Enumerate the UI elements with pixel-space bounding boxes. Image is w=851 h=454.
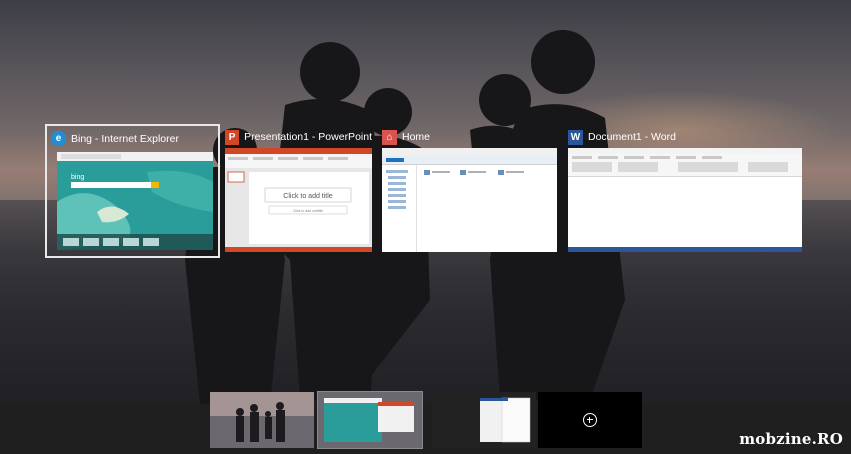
powerpoint-icon: P bbox=[225, 129, 240, 145]
bing-logo: bing bbox=[71, 174, 84, 181]
desktop-thumbnail-3[interactable] bbox=[432, 392, 536, 448]
word-icon: W bbox=[568, 129, 583, 145]
window-title: Presentation1 - PowerPoint bbox=[244, 131, 372, 143]
slide-subtitle-placeholder: Click to add subtitle bbox=[293, 209, 323, 213]
file-explorer-home-icon: ⌂ bbox=[382, 129, 397, 145]
window-title: Bing - Internet Explorer bbox=[71, 132, 179, 145]
site-watermark: mobzine.RO bbox=[739, 430, 843, 448]
window-title-bar: e Bing - Internet Explorer bbox=[47, 126, 218, 148]
window-word[interactable]: W Document1 - Word bbox=[568, 126, 802, 252]
window-title-bar: P Presentation1 - PowerPoint bbox=[225, 126, 372, 148]
window-title: Home bbox=[402, 131, 431, 143]
window-preview-word bbox=[568, 148, 802, 252]
internet-explorer-icon: e bbox=[51, 131, 66, 146]
virtual-desktops-bar bbox=[0, 391, 851, 454]
desktop-thumbnail-1[interactable] bbox=[210, 392, 314, 448]
window-preview-file-explorer bbox=[382, 148, 557, 252]
window-title-bar: W Document1 - Word bbox=[568, 126, 802, 148]
window-preview-internet-explorer: bing bbox=[57, 152, 213, 250]
window-title: Document1 - Word bbox=[588, 131, 676, 143]
plus-circle-icon bbox=[583, 413, 597, 427]
window-file-explorer-home[interactable]: ⌂ Home bbox=[382, 126, 557, 252]
slide-title-placeholder: Click to add title bbox=[283, 193, 333, 200]
desktop-thumbnail-2[interactable] bbox=[317, 391, 423, 449]
window-preview-powerpoint: Click to add title Click to add subtitle bbox=[225, 148, 372, 252]
window-powerpoint[interactable]: P Presentation1 - PowerPoint Click to ad… bbox=[225, 126, 372, 252]
window-internet-explorer[interactable]: e Bing - Internet Explorer bing bbox=[45, 124, 220, 258]
window-title-bar: ⌂ Home bbox=[382, 126, 557, 148]
new-desktop-button[interactable] bbox=[538, 392, 642, 448]
